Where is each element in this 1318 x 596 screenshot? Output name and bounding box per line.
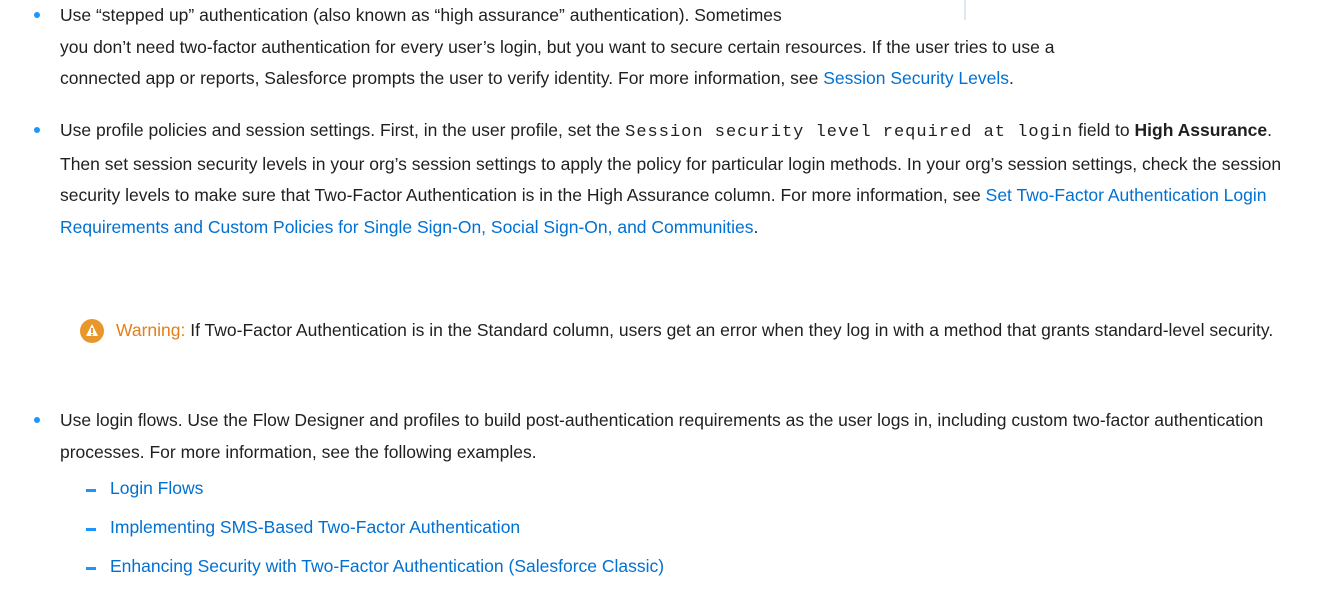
session-security-levels-link[interactable]: Session Security Levels <box>823 68 1009 88</box>
code-field-name: Session security level required at login <box>625 123 1074 142</box>
sub-list-item: Implementing SMS-Based Two-Factor Authen… <box>86 512 520 544</box>
dash-bullet <box>86 528 96 531</box>
warning-body: If Two-Factor Authentication is in the S… <box>185 320 1274 340</box>
sub-list-item: Enhancing Security with Two-Factor Authe… <box>86 551 664 583</box>
list-item-profile-policies: Use profile policies and session setting… <box>34 115 1298 243</box>
sms-two-factor-link[interactable]: Implementing SMS-Based Two-Factor Authen… <box>110 517 520 537</box>
bold-text: High Assurance <box>1134 120 1268 140</box>
list-item-login-flows: Use login flows. Use the Flow Designer a… <box>34 405 1298 468</box>
list-item-text: Use profile policies and session setting… <box>60 115 1298 243</box>
dash-bullet <box>86 567 96 570</box>
bullet-dot <box>34 417 40 423</box>
warning-text: Warning: If Two-Factor Authentication is… <box>116 315 1298 347</box>
text-line: you don’t need two-factor authentication… <box>60 36 1055 57</box>
text-line: connected app or reports, Salesforce pro… <box>60 63 1298 95</box>
text-span: field to <box>1073 120 1135 140</box>
text-line: Use “stepped up” authentication (also kn… <box>60 5 782 25</box>
text-span: connected app or reports, Salesforce pro… <box>60 68 824 88</box>
list-item-text: Use “stepped up” authentication (also kn… <box>60 0 1298 95</box>
text-span: . <box>753 216 759 237</box>
bullet-dot <box>34 127 40 133</box>
list-item-stepped-up-auth: Use “stepped up” authentication (also kn… <box>34 0 1298 95</box>
text-span: Use profile policies and session setting… <box>60 120 626 140</box>
login-flows-link[interactable]: Login Flows <box>110 478 203 498</box>
warning-label: Warning: <box>116 320 186 340</box>
dash-bullet <box>86 489 96 492</box>
bullet-dot <box>34 12 40 18</box>
list-item-text: Use login flows. Use the Flow Designer a… <box>60 410 1264 462</box>
warning-icon <box>80 319 104 343</box>
sub-list-item: Login Flows <box>86 473 203 505</box>
enhancing-security-link[interactable]: Enhancing Security with Two-Factor Authe… <box>110 556 664 576</box>
text-span: . <box>1009 68 1014 88</box>
warning-callout: Warning: If Two-Factor Authentication is… <box>80 315 1298 347</box>
